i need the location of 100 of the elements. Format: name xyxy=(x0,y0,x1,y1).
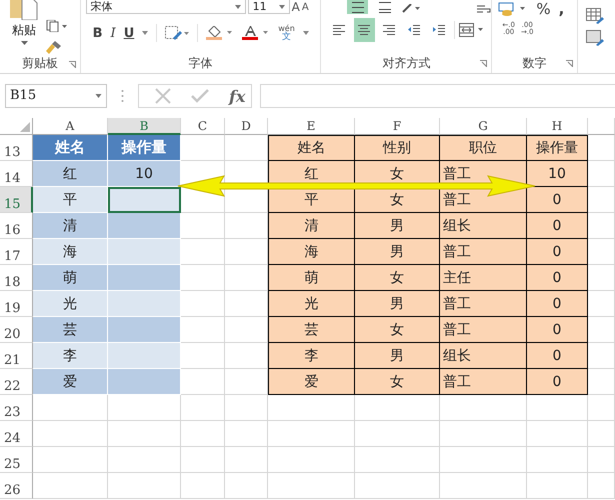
table-cell: 普工 xyxy=(440,369,527,395)
table-cell: 李 xyxy=(33,343,108,369)
empty-cell xyxy=(588,395,615,421)
name-box[interactable]: B15 xyxy=(5,84,107,108)
table-cell: 普工 xyxy=(440,239,527,265)
column-header[interactable]: G xyxy=(440,118,527,135)
format-table-icon[interactable] xyxy=(586,8,604,24)
table-cell: 红 xyxy=(33,161,108,187)
bottom-align-icon xyxy=(378,2,391,12)
table-cell: 男 xyxy=(355,239,440,265)
caret-icon[interactable] xyxy=(95,94,102,98)
table-cell: 女 xyxy=(355,317,440,343)
underline-button[interactable]: U xyxy=(124,26,134,40)
outdent-align-icon xyxy=(408,24,422,36)
brush-icon[interactable] xyxy=(46,40,62,54)
center-align-button[interactable] xyxy=(354,18,376,42)
column-heading: 姓名 xyxy=(33,135,108,161)
dialog-launcher-icon[interactable] xyxy=(566,60,573,67)
empty-cell xyxy=(181,395,225,421)
border-icon[interactable] xyxy=(165,26,190,40)
group-label: 字体 xyxy=(188,54,213,72)
italic-button[interactable]: I xyxy=(110,26,116,40)
column-heading: 操作量 xyxy=(108,135,181,161)
font-color-icon[interactable] xyxy=(242,26,270,40)
empty-cell xyxy=(225,395,268,421)
empty-cell xyxy=(527,473,588,499)
grow-font-button[interactable]: A xyxy=(292,0,300,14)
table-cell: 芸 xyxy=(33,317,108,343)
caret-icon[interactable] xyxy=(20,41,28,45)
column-heading: 姓名 xyxy=(268,135,355,161)
dialog-launcher-icon[interactable] xyxy=(480,60,488,67)
table-cell: 组长 xyxy=(440,213,527,239)
wrap-text-icon[interactable] xyxy=(477,4,492,14)
checkmark-icon[interactable] xyxy=(191,89,209,103)
copy-icon[interactable] xyxy=(46,20,68,32)
column-header[interactable]: E xyxy=(268,118,355,135)
table-cell: 海 xyxy=(268,239,355,265)
row-header[interactable]: 15 xyxy=(0,187,33,213)
table-cell: 女 xyxy=(355,265,440,291)
dialog-launcher-icon[interactable] xyxy=(68,61,76,68)
table-cell: 萌 xyxy=(33,265,108,291)
empty-cell xyxy=(527,421,588,447)
table-cell: 光 xyxy=(268,291,355,317)
merge-cells-icon[interactable] xyxy=(459,23,486,37)
table-cell: 芸 xyxy=(268,317,355,343)
caret-icon[interactable] xyxy=(142,31,148,35)
column-header[interactable] xyxy=(588,118,615,135)
empty-cell xyxy=(588,447,615,473)
phonetic-guide-button[interactable]: wén 文 xyxy=(278,25,295,41)
column-header[interactable]: H xyxy=(527,118,588,135)
caret-icon[interactable] xyxy=(302,31,309,35)
table-cell: 0 xyxy=(527,213,588,239)
bold-button[interactable]: B xyxy=(92,26,103,40)
paste-button[interactable]: 粘贴 xyxy=(12,22,36,39)
column-header[interactable]: A xyxy=(33,118,108,135)
fill-color-icon[interactable] xyxy=(206,26,234,40)
table-cell: 清 xyxy=(33,213,108,239)
table-cell: 0 xyxy=(527,187,588,213)
table-cell: 爱 xyxy=(268,369,355,395)
table-cell: 普工 xyxy=(440,317,527,343)
column-header[interactable]: B xyxy=(108,118,181,135)
empty-cell xyxy=(588,421,615,447)
table-cell: 李 xyxy=(268,343,355,369)
left-align-icon xyxy=(332,24,347,36)
table-cell: 0 xyxy=(527,317,588,343)
cell-styles-icon[interactable] xyxy=(586,30,604,46)
row-header[interactable]: 25 xyxy=(0,447,33,473)
shrink-font-button[interactable]: A xyxy=(302,0,309,14)
empty-cell xyxy=(527,447,588,473)
table-cell: 0 xyxy=(527,369,588,395)
table-cell: 光 xyxy=(33,291,108,317)
group-label: 剪贴板 xyxy=(22,55,58,72)
table-cell: 萌 xyxy=(268,265,355,291)
column-header[interactable]: D xyxy=(225,118,268,135)
clipboard-icon[interactable] xyxy=(8,0,40,20)
empty-cell xyxy=(181,473,225,499)
row-header[interactable]: 24 xyxy=(0,421,33,447)
column-heading: 职位 xyxy=(440,135,527,161)
percent-button[interactable]: % xyxy=(536,0,551,18)
empty-cell xyxy=(225,473,268,499)
column-heading: 性别 xyxy=(355,135,440,161)
table-cell: 0 xyxy=(527,265,588,291)
table-cell: 爱 xyxy=(33,369,108,395)
empty-cell xyxy=(588,473,615,499)
right-align-icon xyxy=(382,24,397,36)
font-size-dropdown[interactable]: 11 xyxy=(248,0,290,14)
column-header[interactable]: C xyxy=(181,118,225,135)
row-header[interactable]: 23 xyxy=(0,395,33,421)
table-cell: 0 xyxy=(527,343,588,369)
middle-align-button[interactable] xyxy=(347,0,368,14)
table-cell: 0 xyxy=(527,291,588,317)
comma-button[interactable]: , xyxy=(558,0,564,18)
formula-input[interactable] xyxy=(260,84,615,108)
insert-function-button[interactable]: fx xyxy=(229,86,246,106)
font-name-dropdown[interactable]: 宋体 xyxy=(86,0,246,14)
column-header[interactable]: F xyxy=(355,118,440,135)
table-cell: 平 xyxy=(33,187,108,213)
caret-icon[interactable] xyxy=(278,4,285,8)
caret-icon[interactable] xyxy=(234,4,241,8)
row-header[interactable]: 26 xyxy=(0,473,33,499)
